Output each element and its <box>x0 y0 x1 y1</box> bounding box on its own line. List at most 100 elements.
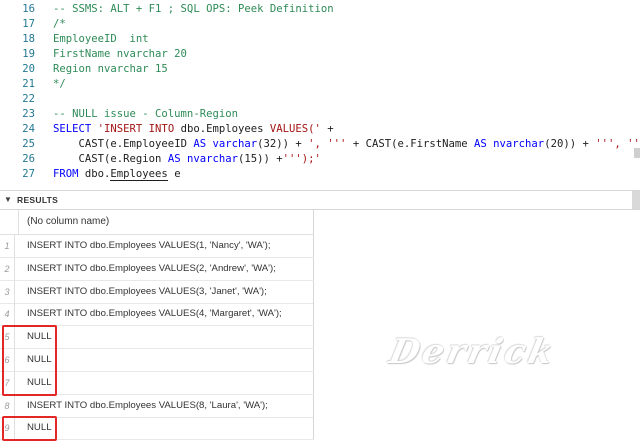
line-number: 17 <box>22 18 35 30</box>
code-token-plain: (e.FirstName <box>391 138 475 150</box>
line-number: 24 <box>22 123 35 135</box>
code-line[interactable]: 21 */ <box>0 77 640 92</box>
editor-scrollbar-thumb[interactable] <box>634 148 640 158</box>
table-row[interactable]: 1 INSERT INTO dbo.Employees VALUES(1, 'Na… <box>0 235 314 258</box>
code-token-plain: CAST <box>53 153 105 165</box>
code-text[interactable]: CAST(e.EmployeeID AS varchar(32)) + ', '… <box>53 137 640 152</box>
code-line[interactable]: 26 CAST(e.Region AS nvarchar(15)) +''');… <box>0 152 640 167</box>
column-header[interactable]: (No column name) <box>27 216 109 227</box>
line-number: 20 <box>22 63 35 75</box>
code-line[interactable]: 16 -- SSMS: ALT + F1 ; SQL OPS: Peek Defi… <box>0 2 640 17</box>
table-cell[interactable]: INSERT INTO dbo.Employees VALUES(8, 'Lau… <box>27 395 268 417</box>
grid-corner[interactable] <box>0 210 19 234</box>
code-token-plain: (32)) + <box>257 138 309 150</box>
code-line[interactable]: 19 FirstName nvarchar 20 <box>0 47 640 62</box>
column-divider <box>313 417 314 440</box>
code-token-comment: /* <box>53 18 66 30</box>
code-token-plain: CAST <box>53 138 105 150</box>
table-row[interactable]: 3 INSERT INTO dbo.Employees VALUES(3, 'Ja… <box>0 280 314 304</box>
code-token-plain: + <box>327 123 334 135</box>
code-token-string: 'INSERT INTO <box>97 123 181 135</box>
results-grid[interactable]: (No column name) 1 INSERT INTO dbo.Employ… <box>0 210 320 441</box>
results-panel-header[interactable]: ▼ RESULTS <box>0 190 640 210</box>
column-divider <box>313 326 314 349</box>
code-token-string: ', ''' <box>308 138 347 150</box>
code-text[interactable]: -- SSMS: ALT + F1 ; SQL OPS: Peek Defini… <box>53 2 334 17</box>
code-token-plain: (e.EmployeeID <box>104 138 194 150</box>
line-number: 26 <box>22 153 35 165</box>
table-cell[interactable]: INSERT INTO dbo.Employees VALUES(3, 'Jan… <box>27 281 267 303</box>
line-number: 16 <box>22 3 35 15</box>
chevron-down-icon[interactable]: ▼ <box>4 195 14 205</box>
code-token-keyword: FROM <box>53 168 85 180</box>
code-text[interactable]: FROM dbo.Employees e <box>53 167 181 182</box>
code-token-comment: */ <box>53 78 66 90</box>
highlight-box <box>2 325 57 396</box>
code-token-keyword: AS <box>167 153 187 165</box>
column-divider <box>313 235 314 257</box>
code-token-comment: -- SSMS: ALT + F1 ; SQL OPS: Peek Defini… <box>53 3 334 15</box>
code-token-plain: + <box>346 138 366 150</box>
grid-header: (No column name) <box>0 210 314 235</box>
code-text[interactable]: SELECT 'INSERT INTO dbo.Employees VALUES… <box>53 122 334 137</box>
code-text[interactable]: */ <box>53 77 66 92</box>
table-reference-link[interactable]: Employees <box>110 168 168 181</box>
column-divider[interactable] <box>313 210 314 234</box>
line-number: 27 <box>22 168 35 180</box>
row-number[interactable]: 3 <box>0 280 15 303</box>
code-line[interactable]: 18 EmployeeID int <box>0 32 640 47</box>
code-token-string: ''');' <box>282 153 321 165</box>
code-text[interactable]: CAST(e.Region AS nvarchar(15)) +''');' <box>53 152 321 167</box>
table-cell[interactable]: INSERT INTO dbo.Employees VALUES(1, 'Nan… <box>27 235 271 257</box>
column-divider <box>313 257 314 280</box>
code-token-comment: Region nvarchar 15 <box>53 63 168 75</box>
code-line[interactable]: 23 -- NULL issue - Column-Region <box>0 107 640 122</box>
code-token-comment: -- NULL issue - Column-Region <box>53 108 238 120</box>
line-number: 19 <box>22 48 35 60</box>
code-token-keyword: nvarchar <box>186 153 238 165</box>
results-scrollbar[interactable] <box>632 191 640 209</box>
code-text[interactable]: -- NULL issue - Column-Region <box>53 107 238 122</box>
table-cell[interactable]: INSERT INTO dbo.Employees VALUES(2, 'And… <box>27 258 276 280</box>
row-number[interactable]: 4 <box>0 303 15 326</box>
code-token-comment: EmployeeID int <box>53 33 149 45</box>
code-line[interactable]: 17 /* <box>0 17 640 32</box>
code-token-plain: e <box>167 168 181 180</box>
column-divider <box>313 394 314 417</box>
line-number: 21 <box>22 78 35 90</box>
code-text[interactable]: Region nvarchar 15 <box>53 62 168 77</box>
code-token-keyword: SELECT <box>53 123 98 135</box>
code-line[interactable]: 25 CAST(e.EmployeeID AS varchar(32)) + '… <box>0 137 640 152</box>
row-number[interactable]: 8 <box>0 394 15 417</box>
row-number[interactable]: 2 <box>0 257 15 280</box>
code-line[interactable]: 24 SELECT 'INSERT INTO dbo.Employees VALU… <box>0 122 640 137</box>
table-row[interactable]: 4 INSERT INTO dbo.Employees VALUES(4, 'Ma… <box>0 303 314 327</box>
code-editor[interactable]: 16 -- SSMS: ALT + F1 ; SQL OPS: Peek Defi… <box>0 0 640 190</box>
column-divider <box>313 303 314 326</box>
code-token-keyword: nvarchar <box>493 138 545 150</box>
code-token-plain: (e.Region <box>104 153 168 165</box>
code-token-plain: CAST <box>365 138 392 150</box>
code-token-string: VALUES(' <box>263 123 328 135</box>
code-token-plain: dbo.Employees <box>180 123 264 135</box>
code-text[interactable]: FirstName nvarchar 20 <box>53 47 187 62</box>
table-cell[interactable]: INSERT INTO dbo.Employees VALUES(4, 'Mar… <box>27 303 282 325</box>
code-text[interactable]: /* <box>53 17 66 32</box>
code-token-plain: (20)) + <box>544 138 596 150</box>
code-text[interactable]: EmployeeID int <box>53 32 149 47</box>
line-number: 25 <box>22 138 35 150</box>
table-row[interactable]: 2 INSERT INTO dbo.Employees VALUES(2, 'An… <box>0 257 314 281</box>
code-token-keyword: AS <box>474 138 494 150</box>
table-row[interactable]: 8 INSERT INTO dbo.Employees VALUES(8, 'La… <box>0 394 314 418</box>
code-token-plain: (15)) + <box>237 153 283 165</box>
watermark: Derrick <box>385 332 560 372</box>
code-line[interactable]: 20 Region nvarchar 15 <box>0 62 640 77</box>
code-line[interactable]: 27 FROM dbo.Employees e <box>0 167 640 182</box>
column-divider <box>313 349 314 371</box>
code-token-keyword: varchar <box>212 138 258 150</box>
line-number: 18 <box>22 33 35 45</box>
column-divider <box>313 371 314 394</box>
row-number[interactable]: 1 <box>0 235 15 257</box>
code-token-comment: FirstName nvarchar 20 <box>53 48 187 60</box>
code-line[interactable]: 22 <box>0 92 640 107</box>
